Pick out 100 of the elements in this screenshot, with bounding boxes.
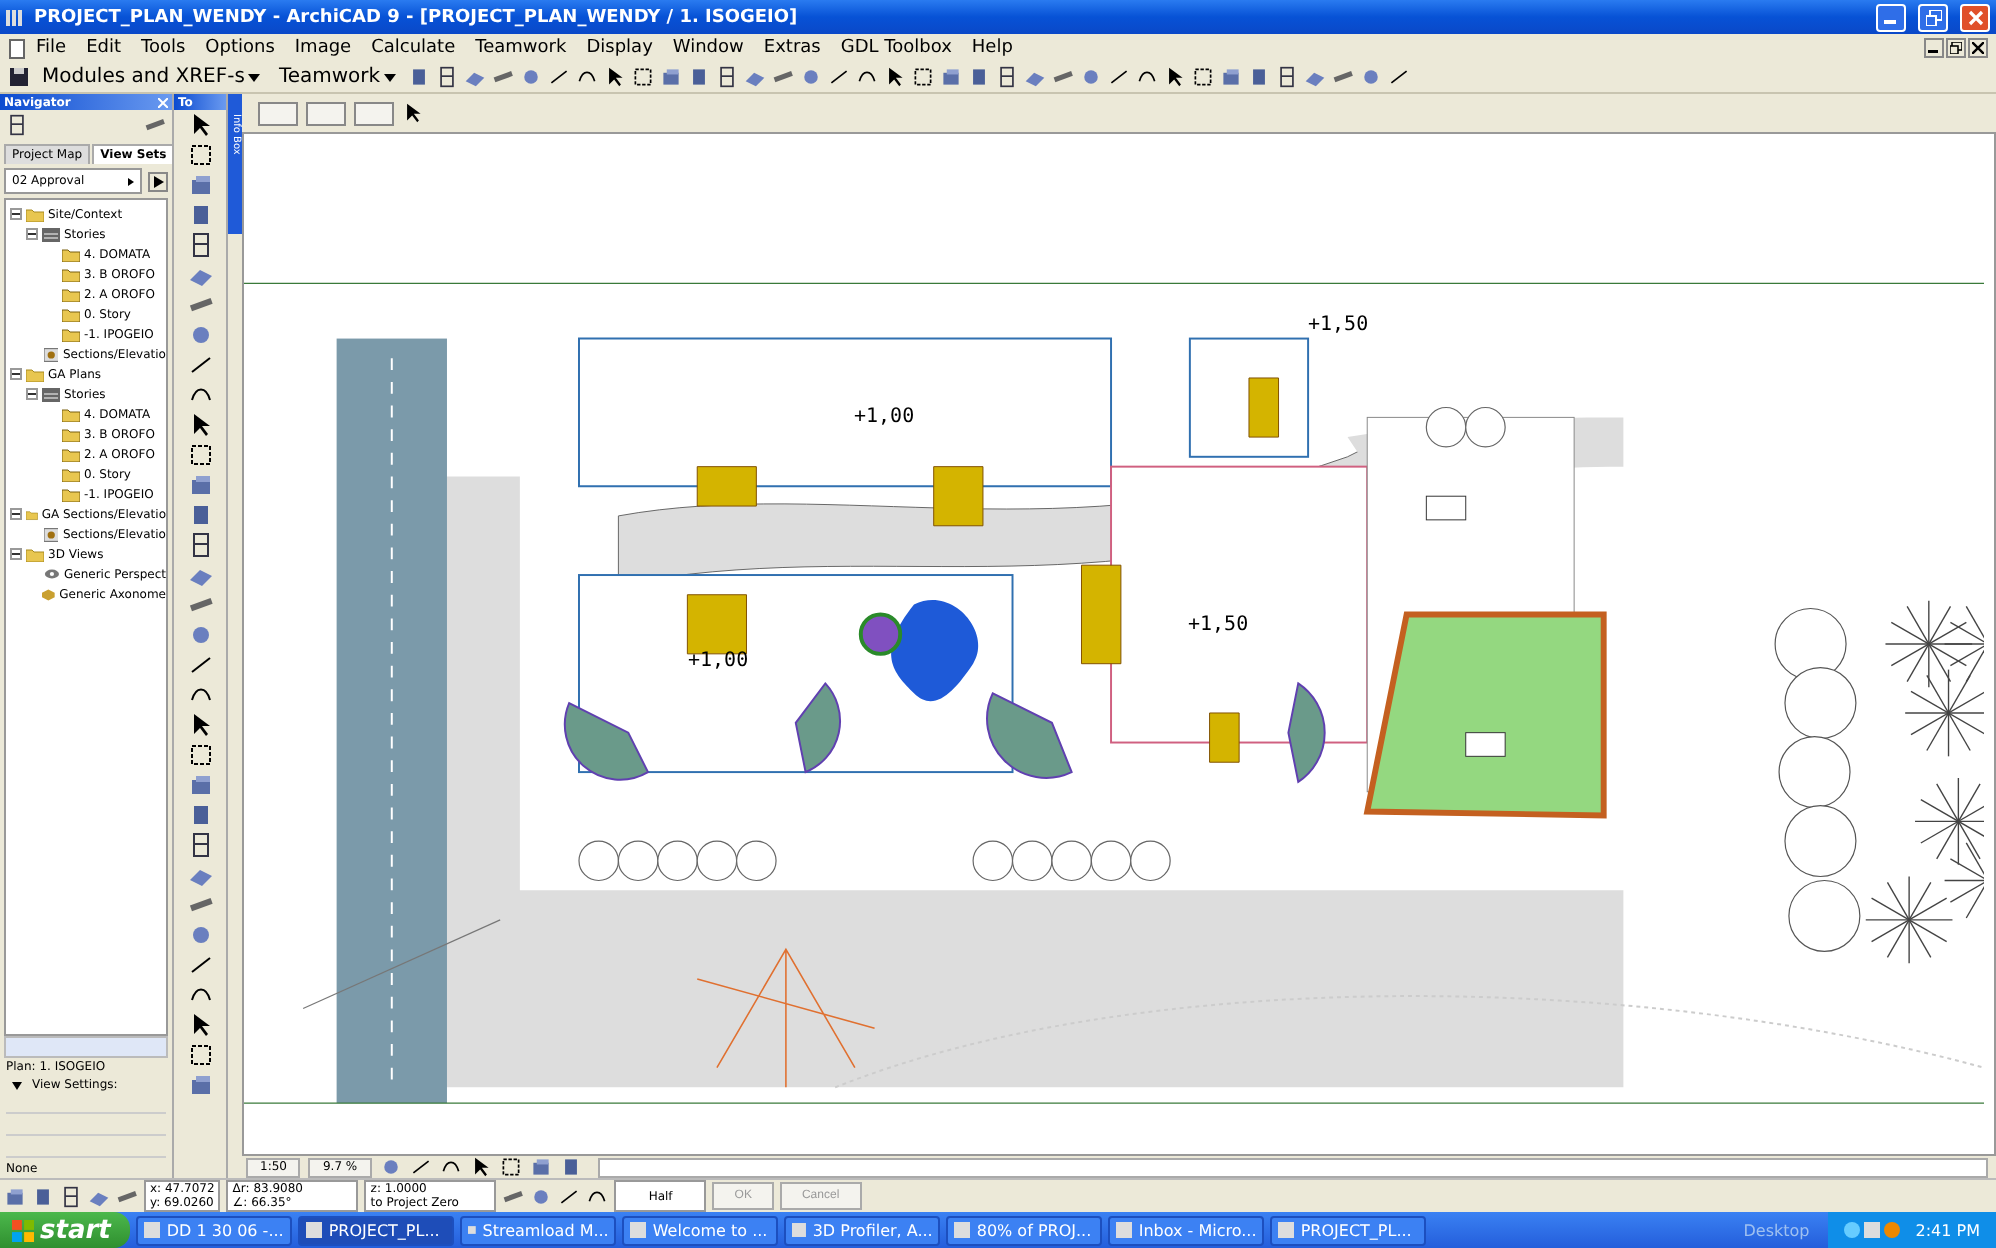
expand-toggle[interactable] xyxy=(26,388,38,400)
tool-icon[interactable] xyxy=(187,742,213,768)
elevation-label: +1,50 xyxy=(1188,614,1249,636)
elevation-label: +1,00 xyxy=(688,650,749,672)
menu-item[interactable]: Extras xyxy=(753,38,831,58)
toolbar-menu[interactable]: Modules and XREF-s xyxy=(36,66,267,88)
restore-icon xyxy=(1950,42,1962,54)
expand-toggle[interactable] xyxy=(10,208,22,220)
toolbar-icon[interactable] xyxy=(1108,66,1131,88)
tool-icon[interactable] xyxy=(187,952,213,978)
menu-item[interactable]: File xyxy=(26,38,77,58)
menu-item[interactable]: Teamwork xyxy=(465,38,577,58)
folder-icon xyxy=(26,367,44,381)
taskbar-button[interactable]: Inbox - Micro... xyxy=(1108,1215,1265,1245)
expand-toggle[interactable] xyxy=(10,368,22,380)
menu-item[interactable]: Display xyxy=(576,38,663,58)
toolbar-icon[interactable] xyxy=(884,66,907,88)
control-box-icon[interactable] xyxy=(32,1185,54,1207)
stories-icon xyxy=(42,387,60,401)
tray-icons[interactable] xyxy=(1843,1220,1904,1240)
tool-icon[interactable] xyxy=(187,142,213,168)
tool-icon[interactable] xyxy=(187,442,213,468)
app-icon xyxy=(792,1222,807,1238)
document-icon[interactable] xyxy=(8,37,26,59)
tool-icon[interactable] xyxy=(187,532,213,558)
drawing-canvas[interactable]: +1,00 +1,50 +1,00 +1,50 xyxy=(242,132,1996,1156)
caret-icon[interactable] xyxy=(12,1081,22,1089)
toolbar-icon[interactable] xyxy=(912,66,935,88)
menu-item[interactable]: Edit xyxy=(76,38,131,58)
toolbar-icon[interactable] xyxy=(436,66,459,88)
caret-icon xyxy=(128,177,134,185)
caret-icon xyxy=(384,73,397,81)
expand-toggle[interactable] xyxy=(10,508,22,520)
control-box-icon[interactable] xyxy=(116,1185,138,1207)
folder-icon xyxy=(26,547,44,561)
stories-icon xyxy=(42,227,60,241)
cube-icon xyxy=(42,587,56,601)
control-icon[interactable] xyxy=(558,1185,581,1207)
toolbar-menu[interactable]: Teamwork xyxy=(272,66,403,88)
arrow-icon[interactable] xyxy=(402,102,424,124)
control-box-icon[interactable] xyxy=(60,1185,82,1207)
tool-icon[interactable] xyxy=(187,232,213,258)
toolbar-icon[interactable] xyxy=(548,66,571,88)
horizontal-scrollbar[interactable] xyxy=(597,1157,1988,1177)
zoom-icon[interactable] xyxy=(469,1156,492,1178)
toolbar-icon[interactable] xyxy=(828,66,851,88)
restore-button[interactable] xyxy=(1946,38,1966,58)
clock: 2:41 PM xyxy=(1915,1221,1980,1239)
expand-toggle[interactable] xyxy=(26,228,38,240)
menu-item[interactable]: Tools xyxy=(131,38,196,58)
menu-item[interactable]: Options xyxy=(195,38,285,58)
taskbar-button[interactable]: Streamload M... xyxy=(460,1215,617,1245)
toolbar-icon[interactable] xyxy=(716,66,739,88)
toolbar-icon[interactable] xyxy=(1164,66,1187,88)
section-icon xyxy=(44,527,59,541)
expand-toggle[interactable] xyxy=(10,548,22,560)
folder-icon xyxy=(26,507,38,521)
tool-icon[interactable] xyxy=(187,352,213,378)
menu-item[interactable]: Calculate xyxy=(361,38,466,58)
taskbar-button[interactable]: PROJECT_PL... xyxy=(1270,1215,1427,1245)
navigator-icon[interactable] xyxy=(6,114,28,136)
taskbar-button[interactable]: PROJECT_PL... xyxy=(298,1215,455,1245)
menu-item[interactable]: Window xyxy=(662,38,754,58)
close-icon xyxy=(1972,42,1984,54)
app-icon xyxy=(468,1222,477,1238)
close-icon xyxy=(1967,9,1983,25)
navigator-icon[interactable] xyxy=(144,114,166,136)
close-button[interactable] xyxy=(1968,38,1988,58)
section-icon xyxy=(44,347,59,361)
tool-icon[interactable] xyxy=(187,652,213,678)
taskbar-button[interactable]: DD 1 30 06 -... xyxy=(136,1215,293,1245)
zoom-icon[interactable] xyxy=(409,1156,432,1178)
app-icon xyxy=(6,7,26,27)
toolbar-icon[interactable] xyxy=(996,66,1019,88)
save-icon[interactable] xyxy=(8,66,30,88)
tool-icon[interactable] xyxy=(187,1042,213,1068)
info-box-button[interactable] xyxy=(306,101,346,125)
app-icon xyxy=(306,1222,323,1238)
toolbar-icon[interactable] xyxy=(1276,66,1299,88)
menu-item[interactable]: GDL Toolbox xyxy=(830,38,962,58)
toolbar-icon[interactable] xyxy=(1388,66,1411,88)
taskbar-button[interactable]: 3D Profiler, A... xyxy=(784,1215,941,1245)
info-box-button[interactable] xyxy=(258,101,298,125)
taskbar-button[interactable]: 80% of PROJ... xyxy=(946,1215,1103,1245)
toolbar-icon[interactable] xyxy=(1192,66,1215,88)
zoom-icon[interactable] xyxy=(499,1156,522,1178)
toolbar-icon[interactable] xyxy=(604,66,627,88)
menu-item[interactable]: Image xyxy=(284,38,362,58)
tool-icon[interactable] xyxy=(187,832,213,858)
app-icon xyxy=(954,1222,971,1238)
horizontal-scrollbar[interactable] xyxy=(4,1036,168,1058)
play-button[interactable] xyxy=(148,171,168,191)
toolbar-icon[interactable] xyxy=(632,66,655,88)
eye-icon xyxy=(44,568,60,580)
minimize-button[interactable] xyxy=(1924,38,1944,58)
close-icon[interactable] xyxy=(158,97,168,107)
elevation-label: +1,00 xyxy=(854,406,915,428)
menu-item[interactable]: Help xyxy=(961,38,1023,58)
taskbar-button[interactable]: Welcome to ... xyxy=(622,1215,779,1245)
app-icon xyxy=(630,1222,647,1238)
